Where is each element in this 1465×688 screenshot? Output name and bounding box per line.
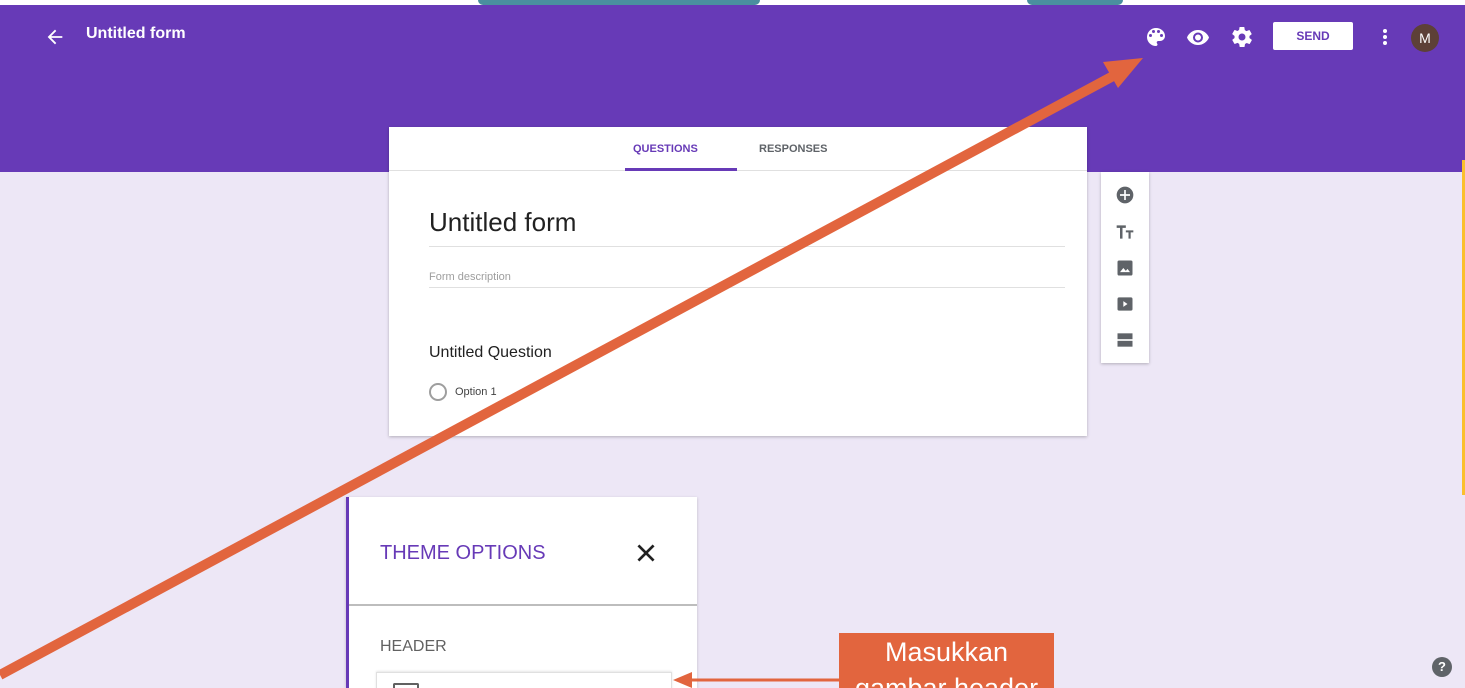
add-question-icon[interactable] (1115, 185, 1135, 205)
eye-icon[interactable] (1186, 25, 1210, 49)
divider (429, 287, 1065, 288)
form-title[interactable]: Untitled form (86, 25, 186, 43)
tab-responses[interactable]: RESPONSES (759, 143, 827, 155)
close-icon[interactable] (633, 540, 659, 566)
more-vert-icon[interactable] (1373, 25, 1397, 49)
annotation-callout: Masukkan gambar header (839, 633, 1054, 688)
image-icon (393, 683, 419, 688)
gear-icon[interactable] (1230, 25, 1254, 49)
option-label[interactable]: Option 1 (455, 386, 497, 398)
form-description-input[interactable]: Form description (429, 271, 511, 283)
tab-questions[interactable]: QUESTIONS (633, 143, 698, 155)
send-button[interactable]: SEND (1273, 22, 1353, 50)
question-title[interactable]: Untitled Question (429, 344, 552, 362)
palette-icon[interactable] (1144, 25, 1168, 49)
header-section-label: HEADER (380, 638, 447, 655)
callout-text-line2: gambar header (854, 673, 1039, 688)
avatar[interactable]: M (1411, 24, 1439, 52)
divider (349, 604, 697, 606)
active-tab-indicator (625, 168, 737, 171)
video-icon[interactable] (1115, 294, 1135, 314)
title-text-icon[interactable] (1115, 222, 1135, 242)
form-title-input[interactable]: Untitled form (429, 207, 576, 238)
section-icon[interactable] (1115, 330, 1135, 350)
choose-header-image-button[interactable] (376, 672, 672, 688)
back-arrow-icon[interactable] (44, 26, 66, 48)
divider (429, 246, 1065, 247)
form-card: QUESTIONS RESPONSES Untitled form Form d… (389, 127, 1087, 436)
question-toolbar (1101, 172, 1149, 363)
theme-options-title: THEME OPTIONS (380, 542, 546, 564)
radio-button[interactable] (429, 383, 447, 401)
callout-text-line1: Masukkan (884, 637, 1009, 667)
tabs-bar: QUESTIONS RESPONSES (389, 127, 1087, 171)
help-icon[interactable]: ? (1432, 657, 1452, 677)
theme-options-panel: THEME OPTIONS HEADER (346, 497, 697, 688)
image-icon[interactable] (1115, 258, 1135, 278)
